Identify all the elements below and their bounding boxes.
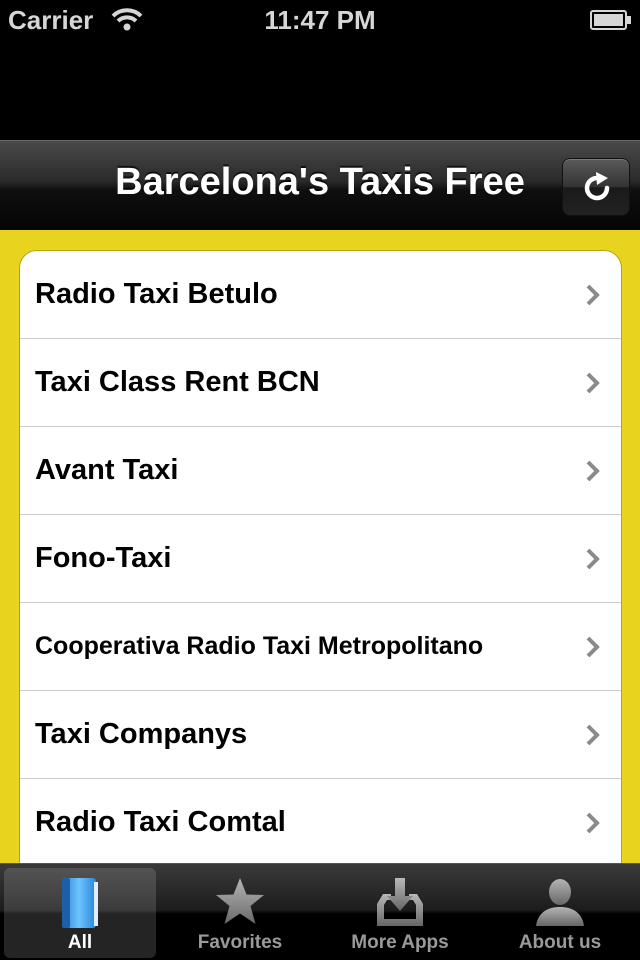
tab-favorites[interactable]: Favorites <box>164 868 316 958</box>
list-item-label: Taxi Companys <box>35 718 248 750</box>
chevron-right-icon <box>586 636 600 658</box>
chevron-right-icon <box>586 548 600 570</box>
list-item-label: Taxi Class Rent BCN <box>35 366 320 398</box>
chevron-right-icon <box>586 372 600 394</box>
status-time: 11:47 PM <box>264 5 376 35</box>
navigation-bar: Barcelona's Taxis Free <box>0 140 640 230</box>
list-item[interactable]: Fono-Taxi <box>20 515 621 603</box>
chevron-right-icon <box>586 812 600 834</box>
tab-bar: All Favorites More Apps About us <box>0 863 640 960</box>
list-item-label: Cooperativa Radio Taxi Metropolitano <box>35 632 484 660</box>
list-item[interactable]: Avant Taxi <box>20 427 621 515</box>
list-item[interactable]: Cooperativa Radio Taxi Metropolitano <box>20 603 621 691</box>
list-item[interactable]: Taxi Class Rent BCN <box>20 339 621 427</box>
battery-icon <box>590 10 631 30</box>
list-item[interactable]: Radio Taxi Betulo <box>20 251 621 339</box>
list-item-label: Radio Taxi Comtal <box>35 806 286 838</box>
list-item-label: Fono-Taxi <box>35 542 172 574</box>
tab-label: About us <box>518 932 602 953</box>
list-item-label: Avant Taxi <box>35 454 179 486</box>
content-area: Radio Taxi Betulo Taxi Class Rent BCN Av… <box>0 230 640 870</box>
chevron-right-icon <box>586 724 600 746</box>
tab-label: More Apps <box>351 932 449 953</box>
chevron-right-icon <box>586 460 600 482</box>
tab-label: All <box>67 932 93 953</box>
book-icon <box>62 878 98 928</box>
tab-all[interactable]: All <box>4 868 156 958</box>
page-title: Barcelona's Taxis Free <box>115 161 525 203</box>
chevron-right-icon <box>586 284 600 306</box>
taxi-list: Radio Taxi Betulo Taxi Class Rent BCN Av… <box>19 250 622 870</box>
tab-about-us[interactable]: About us <box>484 868 636 958</box>
refresh-button[interactable] <box>562 158 630 216</box>
tab-more-apps[interactable]: More Apps <box>324 868 476 958</box>
header-spacer <box>0 40 640 140</box>
star-icon <box>216 878 264 924</box>
list-item[interactable]: Radio Taxi Comtal <box>20 779 621 867</box>
download-tray-icon <box>377 878 423 926</box>
status-bar: Carrier 11:47 PM <box>0 0 640 40</box>
refresh-icon <box>584 172 610 201</box>
list-item[interactable]: Taxi Companys <box>20 691 621 779</box>
list-item-label: Radio Taxi Betulo <box>35 278 278 310</box>
tab-label: Favorites <box>197 932 283 953</box>
person-icon <box>536 879 584 926</box>
